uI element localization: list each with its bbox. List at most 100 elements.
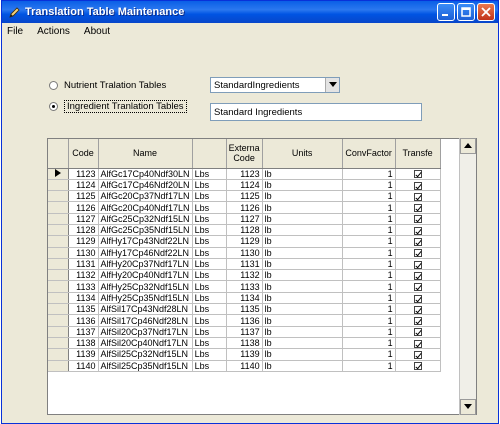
cell-convfactor[interactable]: 1 xyxy=(342,168,396,180)
cell-external-code[interactable]: 1137 xyxy=(226,326,263,338)
cell-convfactor[interactable]: 1 xyxy=(342,280,396,293)
cell-name-suffix[interactable]: Lbs xyxy=(192,360,227,372)
table-row[interactable]: 1130 AlfHy17Cp46Ndf22LN Lbs 1130 lb 1 xyxy=(48,247,441,259)
cell-name-suffix[interactable]: Lbs xyxy=(192,337,227,350)
transfer-checkbox[interactable] xyxy=(413,170,422,179)
cell-code[interactable]: 1130 xyxy=(68,247,99,259)
minimize-button[interactable] xyxy=(437,3,455,21)
row-selector[interactable] xyxy=(48,280,69,293)
cell-name-suffix[interactable]: Lbs xyxy=(192,247,227,259)
table-row[interactable]: 1139 AlfSil25Cp32Ndf15LN Lbs 1139 lb 1 xyxy=(48,348,441,361)
cell-name-suffix[interactable]: Lbs xyxy=(192,179,227,192)
cell-name[interactable]: AlfHy17Cp46Ndf22LN xyxy=(98,247,193,259)
table-row[interactable]: 1126 AlfGc20Cp40Ndf17LN Lbs 1126 lb 1 xyxy=(48,201,441,214)
cell-convfactor[interactable]: 1 xyxy=(342,360,396,372)
row-selector[interactable] xyxy=(48,179,69,192)
transfer-checkbox[interactable] xyxy=(413,260,422,269)
table-row[interactable]: 1134 AlfHy25Cp35Ndf15LN Lbs 1134 lb 1 xyxy=(48,292,441,305)
cell-transfer[interactable] xyxy=(395,190,441,203)
cell-name[interactable]: AlfGc20Cp37Ndf17LN xyxy=(98,190,193,203)
cell-name-suffix[interactable]: Lbs xyxy=(192,235,227,248)
cell-code[interactable]: 1123 xyxy=(68,168,99,180)
cell-convfactor[interactable]: 1 xyxy=(342,235,396,248)
cell-code[interactable]: 1136 xyxy=(68,314,99,327)
transfer-checkbox[interactable] xyxy=(413,226,422,235)
row-selector[interactable] xyxy=(48,337,69,350)
table-row[interactable]: 1128 AlfGc25Cp35Ndf15LN Lbs 1128 lb 1 xyxy=(48,224,441,237)
cell-transfer[interactable] xyxy=(395,314,441,327)
cell-convfactor[interactable]: 1 xyxy=(342,247,396,259)
table-row[interactable]: 1127 AlfGc25Cp32Ndf15LN Lbs 1127 lb 1 xyxy=(48,213,441,225)
nutrient-radio[interactable] xyxy=(49,81,58,90)
table-row[interactable]: 1137 AlfSil20Cp37Ndf17LN Lbs 1137 lb 1 xyxy=(48,326,441,338)
cell-external-code[interactable]: 1139 xyxy=(226,348,263,361)
cell-transfer[interactable] xyxy=(395,348,441,361)
row-selector[interactable] xyxy=(48,247,69,259)
cell-units[interactable]: lb xyxy=(262,348,343,361)
cell-name[interactable]: AlfGc17Cp46Ndf20LN xyxy=(98,179,193,192)
cell-convfactor[interactable]: 1 xyxy=(342,213,396,225)
cell-code[interactable]: 1128 xyxy=(68,224,99,237)
cell-transfer[interactable] xyxy=(395,303,441,316)
cell-code[interactable]: 1126 xyxy=(68,201,99,214)
transfer-checkbox[interactable] xyxy=(413,271,422,280)
row-selector[interactable] xyxy=(48,360,69,372)
cell-external-code[interactable]: 1130 xyxy=(226,247,263,259)
cell-external-code[interactable]: 1123 xyxy=(226,168,263,180)
cell-name-suffix[interactable]: Lbs xyxy=(192,168,227,180)
row-selector[interactable] xyxy=(48,190,69,203)
cell-external-code[interactable]: 1140 xyxy=(226,360,263,372)
cell-name-suffix[interactable]: Lbs xyxy=(192,348,227,361)
cell-external-code[interactable]: 1133 xyxy=(226,280,263,293)
transfer-checkbox[interactable] xyxy=(413,249,422,258)
cell-units[interactable]: lb xyxy=(262,303,343,316)
cell-name[interactable]: AlfSil20Cp37Ndf17LN xyxy=(98,326,193,338)
cell-convfactor[interactable]: 1 xyxy=(342,337,396,350)
cell-name[interactable]: AlfHy20Cp40Ndf17LN xyxy=(98,269,193,282)
cell-external-code[interactable]: 1138 xyxy=(226,337,263,350)
column-header-code[interactable]: Code xyxy=(68,139,99,169)
cell-transfer[interactable] xyxy=(395,247,441,259)
cell-external-code[interactable]: 1125 xyxy=(226,190,263,203)
cell-transfer[interactable] xyxy=(395,224,441,237)
cell-units[interactable]: lb xyxy=(262,314,343,327)
cell-name-suffix[interactable]: Lbs xyxy=(192,326,227,338)
cell-transfer[interactable] xyxy=(395,213,441,225)
cell-name[interactable]: AlfHy25Cp32Ndf15LN xyxy=(98,280,193,293)
cell-transfer[interactable] xyxy=(395,168,441,180)
cell-units[interactable]: lb xyxy=(262,258,343,271)
cell-name[interactable]: AlfGc20Cp40Ndf17LN xyxy=(98,201,193,214)
title-bar[interactable]: Translation Table Maintenance xyxy=(2,1,498,23)
menu-about[interactable]: About xyxy=(82,26,112,37)
cell-transfer[interactable] xyxy=(395,360,441,372)
transfer-checkbox[interactable] xyxy=(413,215,422,224)
row-selector[interactable] xyxy=(48,269,69,282)
grid-scrollbar[interactable] xyxy=(459,138,476,415)
cell-code[interactable]: 1131 xyxy=(68,258,99,271)
cell-convfactor[interactable]: 1 xyxy=(342,190,396,203)
cell-transfer[interactable] xyxy=(395,269,441,282)
table-row[interactable]: 1132 AlfHy20Cp40Ndf17LN Lbs 1132 lb 1 xyxy=(48,269,441,282)
transfer-checkbox[interactable] xyxy=(413,351,422,360)
transfer-checkbox[interactable] xyxy=(413,294,422,303)
cell-convfactor[interactable]: 1 xyxy=(342,326,396,338)
cell-code[interactable]: 1138 xyxy=(68,337,99,350)
scroll-down-button[interactable] xyxy=(460,399,476,415)
cell-name-suffix[interactable]: Lbs xyxy=(192,258,227,271)
cell-convfactor[interactable]: 1 xyxy=(342,292,396,305)
cell-convfactor[interactable]: 1 xyxy=(342,224,396,237)
transfer-checkbox[interactable] xyxy=(413,328,422,337)
cell-name-suffix[interactable]: Lbs xyxy=(192,292,227,305)
maximize-button[interactable] xyxy=(457,3,475,21)
cell-units[interactable]: lb xyxy=(262,190,343,203)
menu-actions[interactable]: Actions xyxy=(35,26,72,37)
menu-file[interactable]: File xyxy=(5,26,25,37)
cell-name-suffix[interactable]: Lbs xyxy=(192,314,227,327)
cell-convfactor[interactable]: 1 xyxy=(342,314,396,327)
transfer-checkbox[interactable] xyxy=(413,192,422,201)
cell-code[interactable]: 1134 xyxy=(68,292,99,305)
table-row[interactable]: 1138 AlfSil20Cp40Ndf17LN Lbs 1138 lb 1 xyxy=(48,337,441,350)
row-selector[interactable] xyxy=(48,168,69,180)
table-select[interactable]: StandardIngredients xyxy=(210,77,340,93)
cell-external-code[interactable]: 1124 xyxy=(226,179,263,192)
